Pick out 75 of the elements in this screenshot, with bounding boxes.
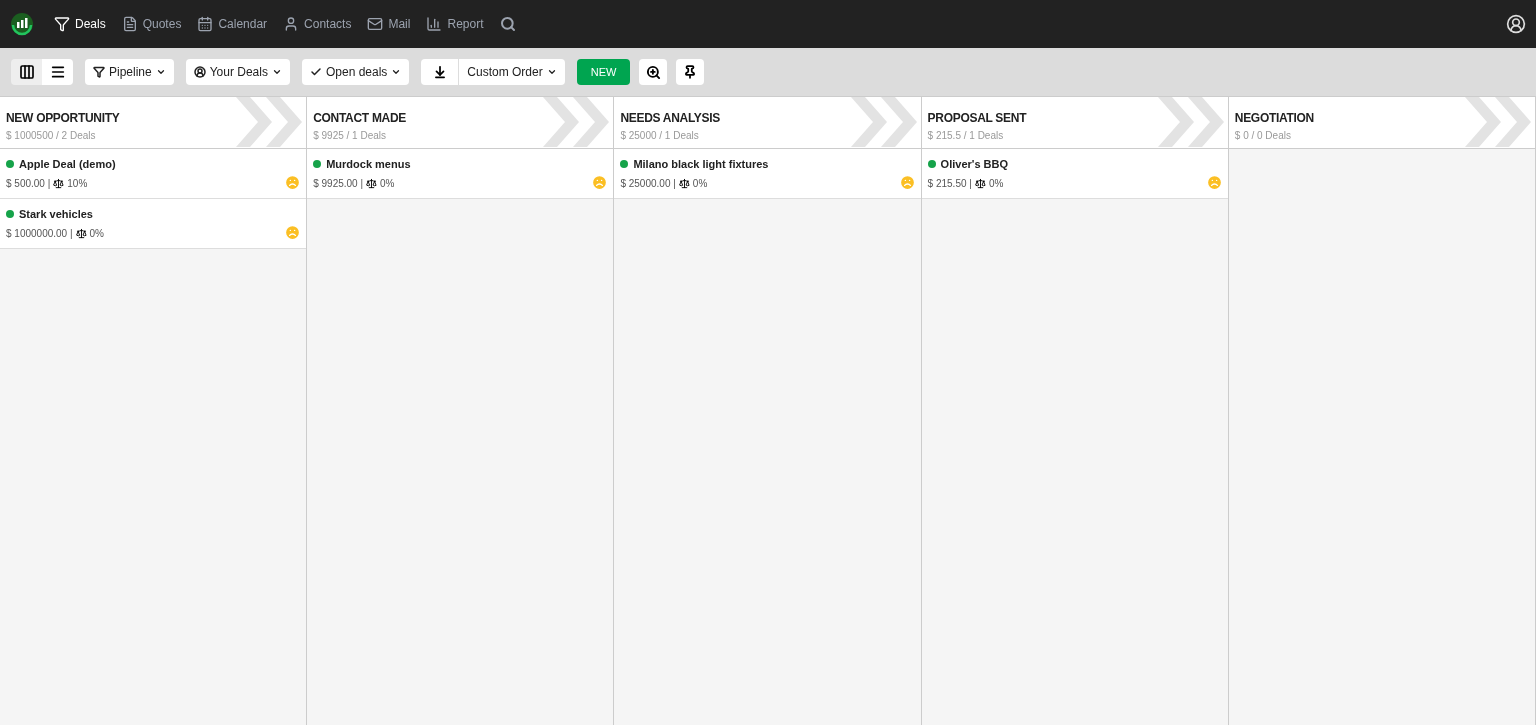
menu-icon [49,64,66,80]
stage-summary: $ 9925 / 1 Deals [313,129,387,143]
filter-dropdown[interactable]: Open deals [301,59,410,85]
deal-amount: $ 25000.00 | [620,176,676,191]
deal-card[interactable]: Apple Deal (demo) $ 500.00 | 10% [0,149,307,199]
bar-chart-icon [426,16,443,32]
deal-name: Murdock menus [326,157,411,172]
stage-title: NEEDS ANALYSIS [620,110,721,127]
deal-card[interactable]: Oliver's BBQ $ 215.50 | 0% [921,149,1228,199]
deal-name: Milano black light fixtures [633,157,769,172]
nav-link[interactable]: Calendar [197,15,268,33]
caret-icon [391,67,402,77]
logo-icon[interactable] [10,12,34,36]
funnel-icon [93,66,105,78]
stage-title: CONTACT MADE [313,110,408,127]
user-avatar-icon[interactable] [1506,14,1526,34]
deal-card[interactable]: Milano black light fixtures $ 25000.00 | 0% [614,149,921,199]
scale-icon [366,177,378,189]
stage-summary: $ 0 / 0 Deals [1234,129,1292,143]
deal-probability: 0% [380,176,395,191]
user-circle-icon [193,66,206,78]
deal-amount: $ 500.00 | [6,176,51,191]
stage-summary: $ 1000500 / 2 Deals [6,129,97,143]
nav-link[interactable]: Contacts [283,15,352,33]
deal-probability: 0% [692,176,708,191]
caret-icon [271,67,282,77]
document-icon [121,16,138,32]
sad-face-icon [898,174,916,191]
scale-icon [75,227,87,239]
nav-link[interactable]: Mail [367,15,411,33]
deal-probability: 0% [89,226,104,241]
scale-icon [974,177,986,189]
arrow-down-icon [432,65,447,79]
scale-icon [678,177,690,189]
nav-link[interactable]: Deals [54,15,106,33]
check-icon [309,66,322,78]
sort-order-dropdown[interactable]: Custom Order [459,59,565,85]
scale-icon [53,177,65,189]
filter-dropdown[interactable]: Pipeline [85,59,174,85]
view-toggle-button[interactable] [11,59,42,85]
deal-probability: 0% [988,176,1004,191]
deal-amount: $ 9925.00 | [313,176,364,191]
caret-icon [155,67,166,77]
stage-title: NEW OPPORTUNITY [6,110,121,127]
pin-button[interactable] [676,59,705,85]
columns-icon [18,64,35,80]
funnel-icon [54,16,70,32]
stage-summary: $ 25000 / 1 Deals [620,129,700,143]
stage-title: NEGOTIATION [1234,110,1315,127]
sad-face-icon [284,174,302,191]
mail-icon [367,16,384,32]
filter-dropdown[interactable]: Your Deals [185,59,290,85]
nav-link[interactable]: Report [426,15,484,33]
deal-card[interactable]: Murdock menus $ 9925.00 | 0% [307,149,614,199]
deal-amount: $ 215.50 | [927,176,972,191]
caret-icon [546,67,557,77]
deal-name: Stark vehicles [19,207,93,222]
zoom-button[interactable] [639,59,668,85]
deal-card[interactable]: Stark vehicles $ 1000000.00 | 0% [0,199,307,249]
sort-direction-button[interactable] [421,59,460,85]
nav-link[interactable]: Quotes [121,15,182,33]
sad-face-icon [284,224,302,241]
pin-icon [683,65,698,79]
zoom-in-icon [645,64,661,80]
deal-amount: $ 1000000.00 | [6,226,73,241]
view-toggle-button[interactable] [42,59,73,85]
deal-name: Oliver's BBQ [940,157,1008,172]
sad-face-icon [591,174,609,191]
deal-probability: 10% [67,176,88,191]
deal-name: Apple Deal (demo) [19,157,116,172]
stage-title: PROPOSAL SENT [927,110,1028,127]
calendar-icon [197,16,214,32]
search-icon[interactable] [499,16,516,32]
sad-face-icon [1205,174,1223,191]
stage-summary: $ 215.5 / 1 Deals [927,129,1005,143]
